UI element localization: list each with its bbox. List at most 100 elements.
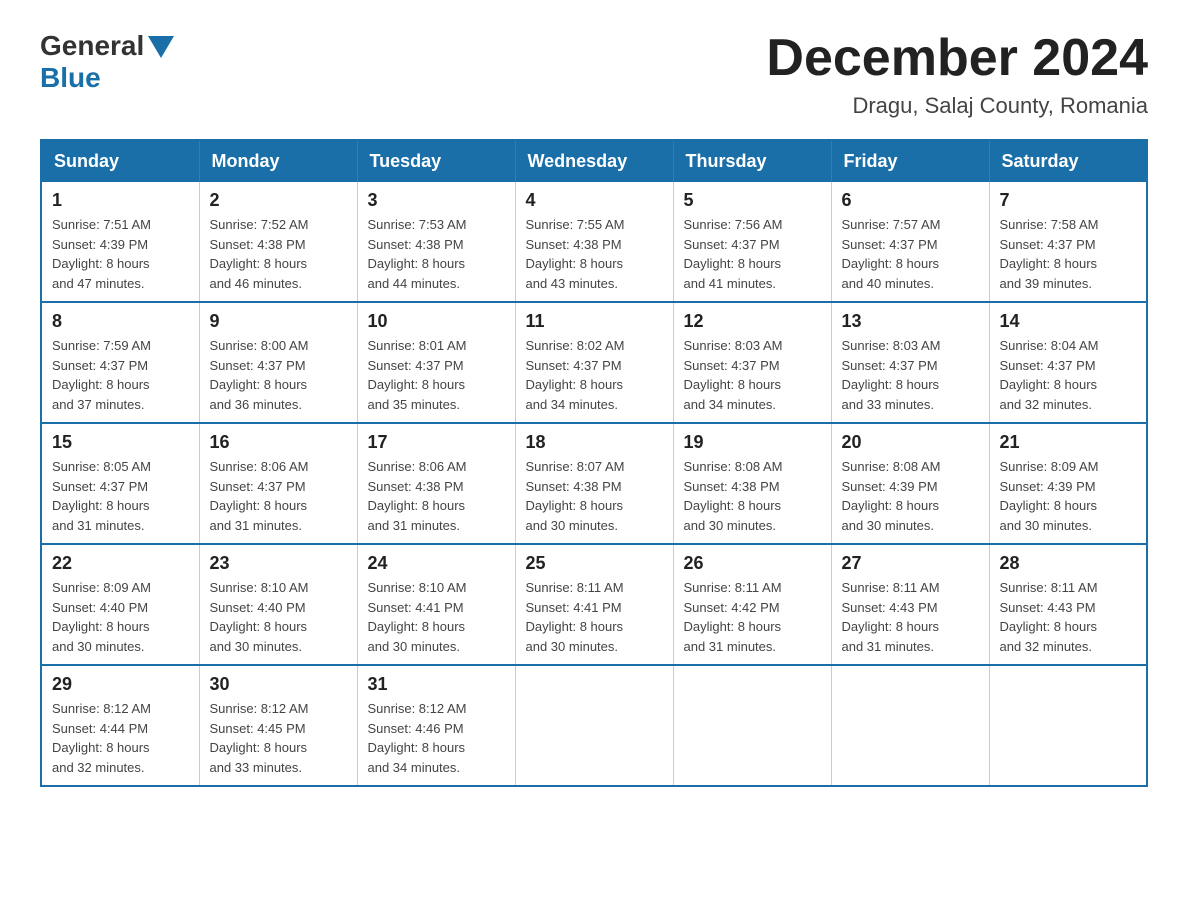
day-cell: 13 Sunrise: 8:03 AM Sunset: 4:37 PM Dayl… xyxy=(831,302,989,423)
day-cell: 8 Sunrise: 7:59 AM Sunset: 4:37 PM Dayli… xyxy=(41,302,199,423)
day-number: 30 xyxy=(210,674,347,695)
day-number: 20 xyxy=(842,432,979,453)
week-row-1: 1 Sunrise: 7:51 AM Sunset: 4:39 PM Dayli… xyxy=(41,182,1147,302)
day-info: Sunrise: 8:09 AM Sunset: 4:39 PM Dayligh… xyxy=(1000,457,1137,535)
month-title: December 2024 xyxy=(766,30,1148,87)
day-cell: 2 Sunrise: 7:52 AM Sunset: 4:38 PM Dayli… xyxy=(199,182,357,302)
day-number: 14 xyxy=(1000,311,1137,332)
day-number: 15 xyxy=(52,432,189,453)
day-number: 31 xyxy=(368,674,505,695)
day-cell: 4 Sunrise: 7:55 AM Sunset: 4:38 PM Dayli… xyxy=(515,182,673,302)
day-number: 23 xyxy=(210,553,347,574)
day-info: Sunrise: 8:02 AM Sunset: 4:37 PM Dayligh… xyxy=(526,336,663,414)
day-number: 5 xyxy=(684,190,821,211)
day-cell: 20 Sunrise: 8:08 AM Sunset: 4:39 PM Dayl… xyxy=(831,423,989,544)
day-number: 9 xyxy=(210,311,347,332)
day-cell: 23 Sunrise: 8:10 AM Sunset: 4:40 PM Dayl… xyxy=(199,544,357,665)
day-cell: 5 Sunrise: 7:56 AM Sunset: 4:37 PM Dayli… xyxy=(673,182,831,302)
logo: General Blue xyxy=(40,30,174,94)
day-cell: 18 Sunrise: 8:07 AM Sunset: 4:38 PM Dayl… xyxy=(515,423,673,544)
day-number: 29 xyxy=(52,674,189,695)
day-info: Sunrise: 8:07 AM Sunset: 4:38 PM Dayligh… xyxy=(526,457,663,535)
header-day-tuesday: Tuesday xyxy=(357,140,515,182)
day-info: Sunrise: 8:12 AM Sunset: 4:44 PM Dayligh… xyxy=(52,699,189,777)
day-cell: 31 Sunrise: 8:12 AM Sunset: 4:46 PM Dayl… xyxy=(357,665,515,786)
day-number: 1 xyxy=(52,190,189,211)
day-cell: 12 Sunrise: 8:03 AM Sunset: 4:37 PM Dayl… xyxy=(673,302,831,423)
day-cell: 10 Sunrise: 8:01 AM Sunset: 4:37 PM Dayl… xyxy=(357,302,515,423)
day-info: Sunrise: 8:06 AM Sunset: 4:38 PM Dayligh… xyxy=(368,457,505,535)
day-info: Sunrise: 8:10 AM Sunset: 4:41 PM Dayligh… xyxy=(368,578,505,656)
day-cell: 26 Sunrise: 8:11 AM Sunset: 4:42 PM Dayl… xyxy=(673,544,831,665)
day-info: Sunrise: 8:08 AM Sunset: 4:39 PM Dayligh… xyxy=(842,457,979,535)
day-cell: 19 Sunrise: 8:08 AM Sunset: 4:38 PM Dayl… xyxy=(673,423,831,544)
day-cell: 6 Sunrise: 7:57 AM Sunset: 4:37 PM Dayli… xyxy=(831,182,989,302)
title-block: December 2024 Dragu, Salaj County, Roman… xyxy=(766,30,1148,119)
day-number: 19 xyxy=(684,432,821,453)
day-number: 8 xyxy=(52,311,189,332)
logo-blue-text: Blue xyxy=(40,62,101,94)
week-row-4: 22 Sunrise: 8:09 AM Sunset: 4:40 PM Dayl… xyxy=(41,544,1147,665)
header-day-wednesday: Wednesday xyxy=(515,140,673,182)
week-row-2: 8 Sunrise: 7:59 AM Sunset: 4:37 PM Dayli… xyxy=(41,302,1147,423)
day-info: Sunrise: 8:10 AM Sunset: 4:40 PM Dayligh… xyxy=(210,578,347,656)
day-info: Sunrise: 8:03 AM Sunset: 4:37 PM Dayligh… xyxy=(842,336,979,414)
day-info: Sunrise: 8:11 AM Sunset: 4:43 PM Dayligh… xyxy=(1000,578,1137,656)
day-number: 10 xyxy=(368,311,505,332)
day-info: Sunrise: 7:52 AM Sunset: 4:38 PM Dayligh… xyxy=(210,215,347,293)
day-cell xyxy=(673,665,831,786)
day-number: 7 xyxy=(1000,190,1137,211)
day-info: Sunrise: 8:05 AM Sunset: 4:37 PM Dayligh… xyxy=(52,457,189,535)
day-number: 4 xyxy=(526,190,663,211)
header-day-sunday: Sunday xyxy=(41,140,199,182)
day-number: 25 xyxy=(526,553,663,574)
day-cell xyxy=(515,665,673,786)
day-cell xyxy=(831,665,989,786)
day-cell: 15 Sunrise: 8:05 AM Sunset: 4:37 PM Dayl… xyxy=(41,423,199,544)
day-info: Sunrise: 7:55 AM Sunset: 4:38 PM Dayligh… xyxy=(526,215,663,293)
day-number: 6 xyxy=(842,190,979,211)
day-number: 27 xyxy=(842,553,979,574)
day-number: 16 xyxy=(210,432,347,453)
day-info: Sunrise: 8:06 AM Sunset: 4:37 PM Dayligh… xyxy=(210,457,347,535)
location-title: Dragu, Salaj County, Romania xyxy=(766,93,1148,119)
day-info: Sunrise: 8:12 AM Sunset: 4:46 PM Dayligh… xyxy=(368,699,505,777)
day-info: Sunrise: 8:00 AM Sunset: 4:37 PM Dayligh… xyxy=(210,336,347,414)
day-number: 22 xyxy=(52,553,189,574)
day-cell: 7 Sunrise: 7:58 AM Sunset: 4:37 PM Dayli… xyxy=(989,182,1147,302)
day-number: 21 xyxy=(1000,432,1137,453)
week-row-3: 15 Sunrise: 8:05 AM Sunset: 4:37 PM Dayl… xyxy=(41,423,1147,544)
day-number: 26 xyxy=(684,553,821,574)
page-header: General Blue December 2024 Dragu, Salaj … xyxy=(40,30,1148,119)
day-info: Sunrise: 7:57 AM Sunset: 4:37 PM Dayligh… xyxy=(842,215,979,293)
day-info: Sunrise: 7:58 AM Sunset: 4:37 PM Dayligh… xyxy=(1000,215,1137,293)
day-cell: 16 Sunrise: 8:06 AM Sunset: 4:37 PM Dayl… xyxy=(199,423,357,544)
day-cell: 30 Sunrise: 8:12 AM Sunset: 4:45 PM Dayl… xyxy=(199,665,357,786)
day-info: Sunrise: 7:56 AM Sunset: 4:37 PM Dayligh… xyxy=(684,215,821,293)
day-cell: 27 Sunrise: 8:11 AM Sunset: 4:43 PM Dayl… xyxy=(831,544,989,665)
day-info: Sunrise: 8:08 AM Sunset: 4:38 PM Dayligh… xyxy=(684,457,821,535)
logo-general-text: General xyxy=(40,30,144,62)
day-cell: 11 Sunrise: 8:02 AM Sunset: 4:37 PM Dayl… xyxy=(515,302,673,423)
day-number: 3 xyxy=(368,190,505,211)
day-info: Sunrise: 7:51 AM Sunset: 4:39 PM Dayligh… xyxy=(52,215,189,293)
day-number: 17 xyxy=(368,432,505,453)
day-cell: 1 Sunrise: 7:51 AM Sunset: 4:39 PM Dayli… xyxy=(41,182,199,302)
header-day-thursday: Thursday xyxy=(673,140,831,182)
day-cell: 29 Sunrise: 8:12 AM Sunset: 4:44 PM Dayl… xyxy=(41,665,199,786)
week-row-5: 29 Sunrise: 8:12 AM Sunset: 4:44 PM Dayl… xyxy=(41,665,1147,786)
day-info: Sunrise: 8:12 AM Sunset: 4:45 PM Dayligh… xyxy=(210,699,347,777)
calendar-table: SundayMondayTuesdayWednesdayThursdayFrid… xyxy=(40,139,1148,787)
day-number: 18 xyxy=(526,432,663,453)
day-cell: 3 Sunrise: 7:53 AM Sunset: 4:38 PM Dayli… xyxy=(357,182,515,302)
header-row: SundayMondayTuesdayWednesdayThursdayFrid… xyxy=(41,140,1147,182)
day-number: 11 xyxy=(526,311,663,332)
day-info: Sunrise: 7:53 AM Sunset: 4:38 PM Dayligh… xyxy=(368,215,505,293)
day-info: Sunrise: 8:11 AM Sunset: 4:41 PM Dayligh… xyxy=(526,578,663,656)
day-cell: 25 Sunrise: 8:11 AM Sunset: 4:41 PM Dayl… xyxy=(515,544,673,665)
day-info: Sunrise: 8:01 AM Sunset: 4:37 PM Dayligh… xyxy=(368,336,505,414)
day-number: 28 xyxy=(1000,553,1137,574)
day-info: Sunrise: 8:11 AM Sunset: 4:42 PM Dayligh… xyxy=(684,578,821,656)
day-cell: 24 Sunrise: 8:10 AM Sunset: 4:41 PM Dayl… xyxy=(357,544,515,665)
day-number: 2 xyxy=(210,190,347,211)
